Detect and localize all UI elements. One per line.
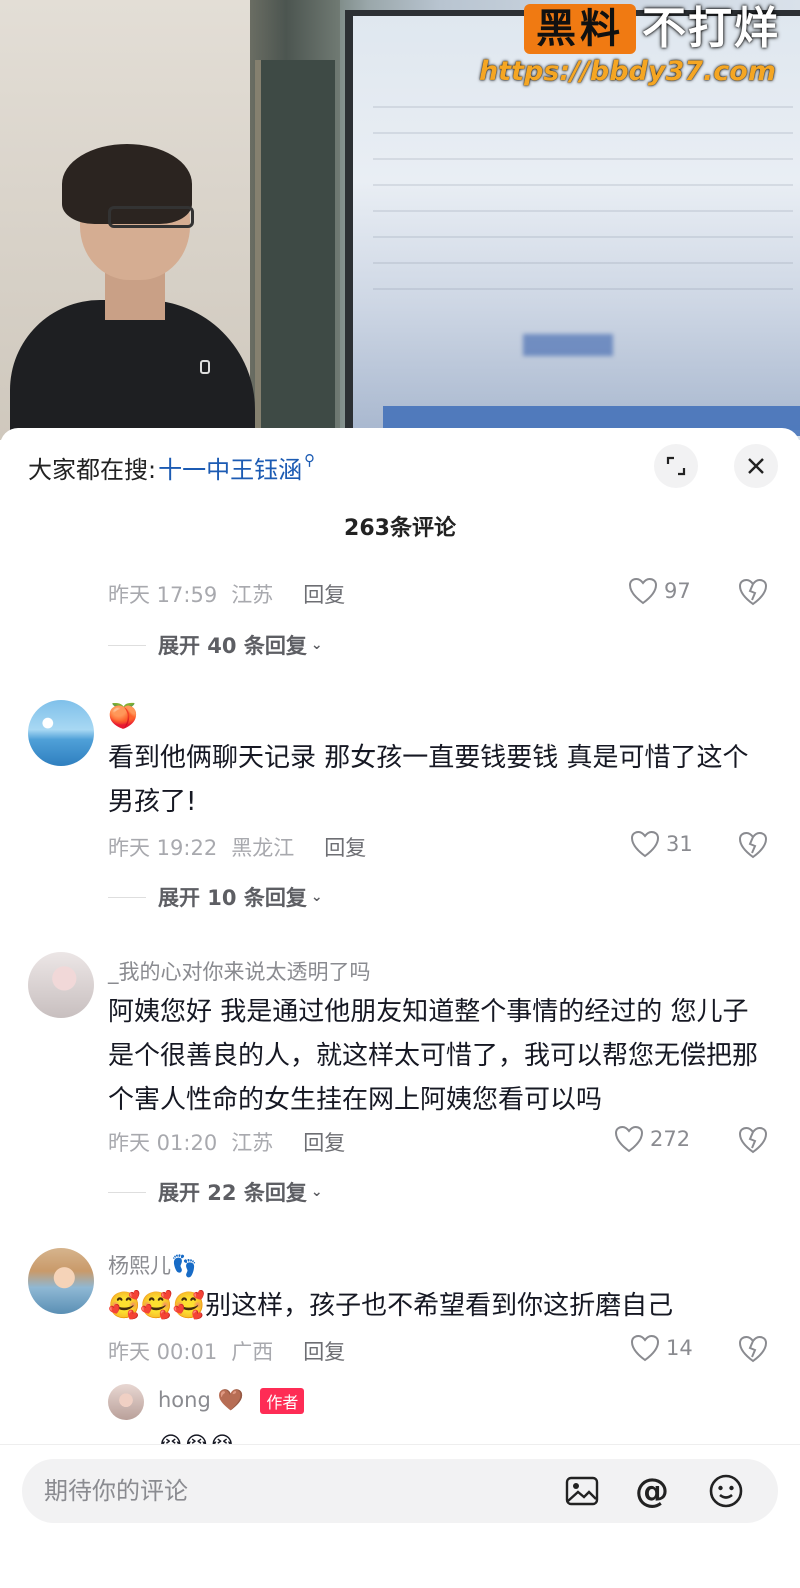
- comment-time: 昨天 19:22: [108, 836, 218, 860]
- chevron-down-icon: ⌄: [310, 1184, 323, 1200]
- dislike-button[interactable]: [738, 831, 768, 863]
- mention-button[interactable]: @: [632, 1471, 672, 1511]
- watermark-tag-text: 不打烊: [642, 3, 780, 54]
- reply-button[interactable]: 回复: [303, 1127, 345, 1157]
- avatar[interactable]: [108, 1384, 144, 1420]
- broken-heart-icon: [738, 578, 768, 606]
- like-button[interactable]: 272: [614, 1125, 690, 1153]
- author-badge: 作者: [260, 1388, 305, 1414]
- like-count: 31: [666, 832, 693, 856]
- heart-outline-icon: [630, 1334, 660, 1362]
- comment-meta: 昨天 19:22 黑龙江 回复: [108, 832, 366, 862]
- comment-text: 阿姨您好 我是通过他朋友知道整个事情的经过的 您儿子是个很善良的人，就这样太可惜…: [108, 997, 759, 1115]
- comment-location: 江苏: [231, 1131, 274, 1155]
- image-button[interactable]: [562, 1471, 602, 1511]
- emoji-icon: [709, 1474, 743, 1508]
- reply-button[interactable]: 回复: [324, 832, 366, 862]
- reply-button[interactable]: 回复: [303, 1336, 345, 1366]
- comment-text: 看到他俩聊天记录 那女孩一直要钱要钱 真是可惜了这个男孩了!: [108, 743, 749, 817]
- close-panel-button[interactable]: [734, 444, 778, 488]
- broken-heart-icon: [738, 831, 768, 859]
- trending-search-keyword[interactable]: 十一中王钰涵: [158, 450, 302, 485]
- avatar[interactable]: [28, 1248, 94, 1314]
- comment-input-box[interactable]: @: [22, 1459, 778, 1523]
- comment-time: 昨天 00:01: [108, 1340, 218, 1364]
- trending-search[interactable]: 大家都在搜: 十一中王钰涵 ⚲: [28, 450, 315, 485]
- expand-replies-label: 展开 40 条回复: [158, 634, 307, 658]
- close-icon: [748, 458, 764, 474]
- comment-location: 黑龙江: [231, 836, 295, 860]
- heart-outline-icon: [628, 577, 658, 605]
- broken-heart-icon: [738, 1335, 768, 1363]
- comment-input-bar: @: [0, 1444, 800, 1588]
- video-frame[interactable]: 黑料 不打烊 https://bbdy37.com: [0, 0, 800, 440]
- dislike-button[interactable]: [738, 578, 768, 610]
- comment-time: 昨天 17:59: [108, 583, 218, 607]
- like-count: 14: [666, 1336, 693, 1360]
- watermark: 黑料 不打烊 https://bbdy37.com: [478, 3, 780, 88]
- comment-location: 江苏: [231, 583, 274, 607]
- heart-outline-icon: [614, 1125, 644, 1153]
- like-count: 272: [650, 1127, 691, 1151]
- comment-time: 昨天 01:20: [108, 1131, 218, 1155]
- comment-count-title: 263条评论: [344, 516, 456, 541]
- comment-meta: 昨天 17:59 江苏 回复: [108, 579, 345, 609]
- dislike-button[interactable]: [738, 1335, 768, 1367]
- expand-replies-button[interactable]: 展开 10 条回复 ⌄: [108, 882, 323, 912]
- video-person: [0, 140, 260, 440]
- comment-meta: 昨天 01:20 江苏 回复: [108, 1127, 345, 1157]
- comment-text: 🥰🥰🥰别这样，孩子也不希望看到你这折磨自己: [108, 1291, 674, 1321]
- sub-reply-header: hong 🤎 作者: [158, 1388, 305, 1414]
- comment-username[interactable]: 🍑: [108, 702, 138, 730]
- sub-reply-username[interactable]: hong 🤎: [158, 1388, 244, 1412]
- emoji-button[interactable]: [706, 1471, 746, 1511]
- comment-input[interactable]: [44, 1459, 544, 1523]
- comment-location: 广西: [231, 1340, 274, 1364]
- chevron-down-icon: ⌄: [310, 637, 323, 653]
- avatar[interactable]: [28, 952, 94, 1018]
- like-button[interactable]: 97: [628, 577, 691, 605]
- like-button[interactable]: 31: [630, 830, 693, 858]
- like-button[interactable]: 14: [630, 1334, 693, 1362]
- trending-search-prefix: 大家都在搜:: [28, 456, 157, 484]
- like-count: 97: [664, 579, 691, 603]
- expand-replies-label: 展开 10 条回复: [158, 886, 307, 910]
- reply-button[interactable]: 回复: [303, 579, 345, 609]
- at-icon: @: [635, 1471, 669, 1511]
- search-icon: ⚲: [304, 450, 316, 469]
- expand-panel-button[interactable]: [654, 444, 698, 488]
- video-blackboard: [255, 60, 335, 440]
- expand-replies-button[interactable]: 展开 40 条回复 ⌄: [108, 630, 323, 660]
- watermark-url: https://bbdy37.com: [478, 56, 776, 87]
- expand-replies-label: 展开 22 条回复: [158, 1181, 307, 1205]
- chevron-down-icon: ⌄: [310, 889, 323, 905]
- comment-meta: 昨天 00:01 广西 回复: [108, 1336, 345, 1366]
- comment-panel: 大家都在搜: 十一中王钰涵 ⚲ 263条评论 昨天 17:59 江苏 回复 97…: [0, 428, 800, 1588]
- expand-replies-button[interactable]: 展开 22 条回复 ⌄: [108, 1177, 323, 1207]
- avatar[interactable]: [28, 700, 94, 766]
- heart-outline-icon: [630, 830, 660, 858]
- watermark-tag: 黑料: [524, 4, 636, 54]
- dislike-button[interactable]: [738, 1126, 768, 1158]
- comment-username[interactable]: _我的心对你来说太透明了吗: [108, 956, 371, 986]
- image-icon: [565, 1476, 599, 1506]
- comment-username[interactable]: 杨熙儿👣: [108, 1250, 197, 1280]
- expand-icon: [666, 456, 686, 476]
- broken-heart-icon: [738, 1126, 768, 1154]
